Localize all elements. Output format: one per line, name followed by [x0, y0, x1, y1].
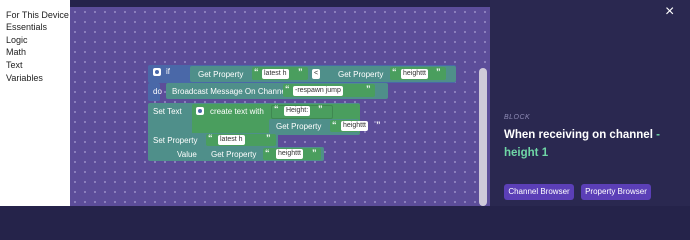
height-field[interactable]: Height:	[284, 106, 311, 116]
latest-h-field[interactable]: latest h	[262, 69, 289, 79]
block-type-label: BLOCK	[504, 114, 531, 121]
quote-open-icon: “	[265, 148, 270, 158]
do-label: do	[153, 87, 162, 96]
quote-close-icon: ”	[376, 120, 381, 130]
channel-name: height 1	[504, 147, 549, 159]
quote-open-icon: “	[274, 104, 279, 114]
toolbox-category-essentials[interactable]: Essentials	[6, 22, 47, 32]
toolbox: For This Device Essentials Logic Math Te…	[0, 0, 70, 206]
set-text-label: Set Text	[153, 107, 182, 116]
workspace-scrollbar[interactable]	[479, 68, 487, 206]
toolbox-category-math[interactable]: Math	[6, 47, 26, 57]
heighttt-field[interactable]: heighttt	[401, 69, 428, 79]
create-text-label: create text with	[210, 107, 264, 116]
quote-open-icon: “	[285, 84, 290, 94]
set-property-label: Set Property	[153, 136, 198, 145]
gear-icon[interactable]	[153, 68, 161, 76]
quote-open-icon: “	[208, 133, 213, 143]
gear-icon[interactable]	[196, 107, 204, 115]
toolbox-category-text[interactable]: Text	[6, 60, 23, 70]
quote-open-icon: “	[332, 120, 337, 130]
close-icon[interactable]: ×	[665, 3, 674, 21]
operator-dropdown[interactable]: <	[312, 69, 321, 79]
toolbox-category-logic[interactable]: Logic	[6, 35, 28, 45]
channel-browser-button[interactable]: Channel Browser	[504, 184, 574, 200]
quote-open-icon: “	[392, 67, 397, 77]
respawn-jump-field[interactable]: -respawn jump	[293, 86, 343, 96]
quote-close-icon: ”	[318, 104, 323, 114]
property-browser-button[interactable]: Property Browser	[581, 184, 651, 200]
get-property-label: Get Property	[211, 150, 257, 159]
get-property-label: Get Property	[276, 122, 322, 131]
if-label: if	[166, 67, 170, 76]
broadcast-label: Broadcast Message On Channel	[172, 87, 288, 96]
quote-close-icon: ”	[312, 148, 317, 158]
quote-close-icon: ”	[436, 67, 441, 77]
latest-h-field[interactable]: latest h	[218, 135, 245, 145]
get-property-label: Get Property	[198, 70, 244, 79]
toolbox-category-for-this-device[interactable]: For This Device	[6, 10, 69, 20]
quote-close-icon: ”	[366, 84, 371, 94]
quote-close-icon: ”	[266, 133, 271, 143]
value-label: Value	[177, 150, 197, 159]
block-title-dash: -	[656, 129, 660, 141]
quote-open-icon: “	[254, 67, 259, 77]
block-info-panel	[490, 0, 690, 206]
get-property-label: Get Property	[338, 70, 384, 79]
heighttt-field[interactable]: heighttt	[341, 121, 368, 131]
block-title-prefix: When receiving on channel	[504, 129, 653, 141]
block-title: When receiving on channel -	[504, 129, 660, 141]
heighttt-field[interactable]: heighttt	[276, 149, 303, 159]
toolbox-category-variables[interactable]: Variables	[6, 73, 43, 83]
quote-close-icon: ”	[298, 67, 303, 77]
